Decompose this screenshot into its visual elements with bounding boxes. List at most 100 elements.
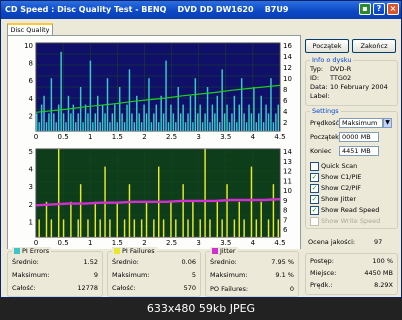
data-bar [145,201,148,237]
data-bar [170,201,172,237]
data-bar [79,87,82,131]
data-bar [165,60,167,131]
position-label: Miejsce: [310,269,337,277]
close-icon[interactable]: × [387,3,399,15]
progress-value: 100 % [372,257,393,265]
x-tick-label: 3 [196,133,200,141]
data-bar [111,113,114,131]
y-tick-label: 2 [29,201,33,209]
data-bar [140,219,143,237]
app-icon-button[interactable]: ▪ [359,3,371,15]
data-bar [243,113,245,131]
title-bar: CD Speed : Disc Quality Test - BENQ DVD … [1,1,401,19]
x-tick-label: 4.5 [274,239,285,247]
x-tick-label: 0.5 [58,239,69,247]
data-bar [201,122,204,131]
data-bar [236,122,238,131]
data-bar [277,219,280,237]
data-bar [40,104,43,131]
data-bar [265,104,267,131]
data-bar [240,78,243,131]
data-bar [114,104,116,131]
start-mb-label: Początek [310,133,339,141]
data-bar [75,122,77,131]
pi-errors-max-value: 9 [93,271,98,279]
data-bar [258,113,260,131]
checkbox-label: Show Read Speed [321,206,380,214]
data-bar [204,113,206,131]
close-button[interactable]: Zakończ [352,39,396,53]
data-bar [255,219,258,237]
data-bar [243,219,245,237]
y-right-tick-label: 12 [283,64,292,72]
data-bar [172,113,175,131]
speed-readout-value: 8.29X [374,281,393,289]
data-bar [70,201,72,237]
pi-failures-avg-label: Średnio: [112,258,139,266]
pi-failures-total-value: 570 [183,284,196,292]
start-button[interactable]: Początek [305,39,349,53]
x-tick-label: 0.5 [58,133,69,141]
start-mb-input[interactable]: 0000 MB [339,132,379,142]
data-bar [77,219,79,237]
data-bar [182,184,184,237]
progress-group: Postęp: 100 % Miejsce: 4450 MB Prędk.: 8… [305,253,398,295]
jitter-max-value: 9.1 % [275,271,294,279]
data-bar [277,104,280,131]
x-tick-label: 0 [34,133,38,141]
data-bar [89,60,92,131]
data-bar [275,113,277,131]
chevron-down-icon[interactable]: ▼ [383,118,392,128]
speed-select[interactable]: Maksimum [339,118,383,128]
help-icon[interactable]: ? [373,3,385,15]
checkbox-show-c2-pif[interactable]: ✓ [310,184,319,193]
checkbox-show-read-speed[interactable]: ✓ [310,206,319,215]
data-bar [92,122,94,131]
data-bar [145,113,148,131]
y-tick-label: 5 [29,148,33,156]
data-bar [221,69,223,131]
data-bar [99,122,101,131]
data-bar [123,122,126,131]
data-bar [175,122,177,131]
checkbox-quick-scan[interactable] [310,162,319,171]
data-bar [187,219,189,237]
data-bar [214,113,216,131]
pi-failures-total-label: Całość: [112,284,136,292]
data-bar [123,219,126,237]
x-tick-label: 2.5 [166,239,177,247]
y-tick-label: 4 [29,166,34,174]
data-bar [138,113,140,131]
data-bar [77,113,79,131]
data-bar [184,122,187,131]
data-bar [255,122,258,131]
data-bar [253,87,255,131]
y-right-tick-label: 2 [283,119,287,127]
checkbox-show-c1-pie[interactable]: ✓ [310,173,319,182]
jitter-max-row: Maksimum: 9.1 % [210,271,294,280]
data-bar [153,219,155,237]
data-bar [219,122,221,131]
x-tick-label: 2 [142,239,146,247]
x-tick-label: 4 [251,133,256,141]
end-mb-input[interactable]: 4451 MB [339,146,379,156]
pi-errors-max-row: Maksimum: 9 [12,271,98,280]
data-bar [260,95,262,131]
data-bar [38,122,40,131]
data-bar [250,166,253,237]
pi-errors-group: PI Errors Średnio: 1.52 Maksimum: 9 Całość… [7,247,103,297]
data-bar [62,113,65,131]
data-bar [272,184,275,237]
data-bar [87,219,89,237]
pi-failures-title: PI Failures [122,247,155,255]
checkbox-show-jitter[interactable]: ✓ [310,195,319,204]
end-mb-label: Koniec [310,147,332,155]
data-bar [162,219,165,237]
data-bar [94,113,97,131]
data-bar [45,122,48,131]
x-tick-label: 2.5 [166,133,177,141]
po-failures-value: 0 [289,285,294,293]
app-window: CD Speed : Disc Quality Test - BENQ DVD … [0,0,402,298]
y-right-tick-label: 4 [283,108,288,116]
data-bar [160,95,162,131]
